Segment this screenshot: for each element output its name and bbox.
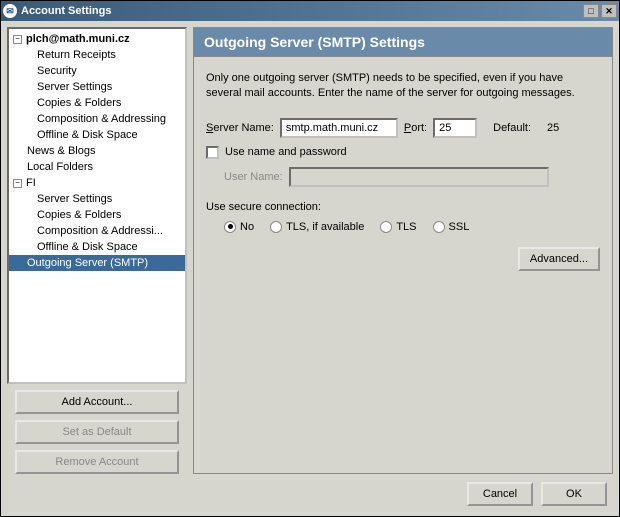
server-name-label: Server Name: (206, 122, 274, 134)
titlebar: ✉ Account Settings □ ✕ (1, 1, 619, 21)
radio-label: TLS (396, 221, 416, 233)
tree-account-fi[interactable]: −FI (9, 175, 185, 191)
advanced-row: Advanced... (206, 247, 600, 271)
auth-checkbox-label[interactable]: Use name and password (225, 146, 347, 158)
tree-server-settings[interactable]: Server Settings (9, 79, 185, 95)
collapse-icon[interactable]: − (13, 179, 22, 188)
radio-icon (224, 221, 236, 233)
content: −plch@math.muni.cz Return Receipts Secur… (1, 21, 619, 516)
server-row: Server Name: Port: Default: 25 (206, 118, 600, 138)
port-input[interactable] (433, 118, 477, 138)
radio-icon (380, 221, 392, 233)
radio-label: TLS, if available (286, 221, 364, 233)
tree-label: plch@math.muni.cz (26, 33, 130, 45)
tree-offline-disk[interactable]: Offline & Disk Space (9, 127, 185, 143)
dialog-footer: Cancel OK (7, 474, 613, 510)
tree-local-folders[interactable]: Local Folders (9, 159, 185, 175)
tree-composition-addressing[interactable]: Composition & Addressing (9, 111, 185, 127)
app-icon: ✉ (3, 4, 17, 18)
tree-news-blogs[interactable]: News & Blogs (9, 143, 185, 159)
titlebar-buttons: □ ✕ (583, 4, 617, 18)
panel-title: Outgoing Server (SMTP) Settings (193, 27, 613, 57)
default-port-label: Default: (493, 122, 531, 134)
add-account-button[interactable]: Add Account... (15, 390, 179, 414)
auth-checkbox[interactable] (206, 146, 219, 159)
tree-return-receipts[interactable]: Return Receipts (9, 47, 185, 63)
settings-panel: Outgoing Server (SMTP) Settings Only one… (193, 27, 613, 474)
sidebar: −plch@math.muni.cz Return Receipts Secur… (7, 27, 187, 474)
account-settings-window: ✉ Account Settings □ ✕ −plch@math.muni.c… (0, 0, 620, 517)
radio-label: No (240, 221, 254, 233)
radio-ssl[interactable]: SSL (433, 221, 470, 233)
set-default-button: Set as Default (15, 420, 179, 444)
radio-icon (270, 221, 282, 233)
username-label: User Name: (224, 171, 283, 183)
tree-fi-server-settings[interactable]: Server Settings (9, 191, 185, 207)
close-button[interactable]: ✕ (601, 4, 617, 18)
tree-fi-copies-folders[interactable]: Copies & Folders (9, 207, 185, 223)
collapse-icon[interactable]: − (13, 35, 22, 44)
panel-description: Only one outgoing server (SMTP) needs to… (206, 71, 600, 102)
port-label: Port: (404, 122, 427, 134)
secure-connection-label: Use secure connection: (206, 201, 600, 213)
maximize-button[interactable]: □ (583, 4, 599, 18)
tree-label: FI (26, 177, 36, 189)
server-name-input[interactable] (280, 118, 398, 138)
ok-button[interactable]: OK (541, 482, 607, 506)
sidebar-buttons: Add Account... Set as Default Remove Acc… (7, 390, 187, 474)
radio-no[interactable]: No (224, 221, 254, 233)
tree-outgoing-smtp[interactable]: Outgoing Server (SMTP) (9, 255, 185, 271)
radio-label: SSL (449, 221, 470, 233)
auth-checkbox-row: Use name and password (206, 146, 600, 159)
panel-body: Only one outgoing server (SMTP) needs to… (193, 57, 613, 474)
window-title: Account Settings (21, 5, 583, 17)
tree-security[interactable]: Security (9, 63, 185, 79)
radio-tls[interactable]: TLS (380, 221, 416, 233)
main-area: −plch@math.muni.cz Return Receipts Secur… (7, 27, 613, 474)
radio-icon (433, 221, 445, 233)
secure-connection-radios: No TLS, if available TLS SSL (224, 221, 600, 233)
tree-account-plch[interactable]: −plch@math.muni.cz (9, 31, 185, 47)
tree-fi-offline-disk[interactable]: Offline & Disk Space (9, 239, 185, 255)
username-input (289, 167, 549, 187)
account-tree[interactable]: −plch@math.muni.cz Return Receipts Secur… (7, 27, 187, 384)
default-port-value: 25 (547, 122, 559, 134)
username-row: User Name: (224, 167, 600, 187)
remove-account-button: Remove Account (15, 450, 179, 474)
tree-fi-composition-addressing[interactable]: Composition & Addressi... (9, 223, 185, 239)
advanced-button[interactable]: Advanced... (518, 247, 600, 271)
tree-copies-folders[interactable]: Copies & Folders (9, 95, 185, 111)
cancel-button[interactable]: Cancel (467, 482, 533, 506)
radio-tls-available[interactable]: TLS, if available (270, 221, 364, 233)
